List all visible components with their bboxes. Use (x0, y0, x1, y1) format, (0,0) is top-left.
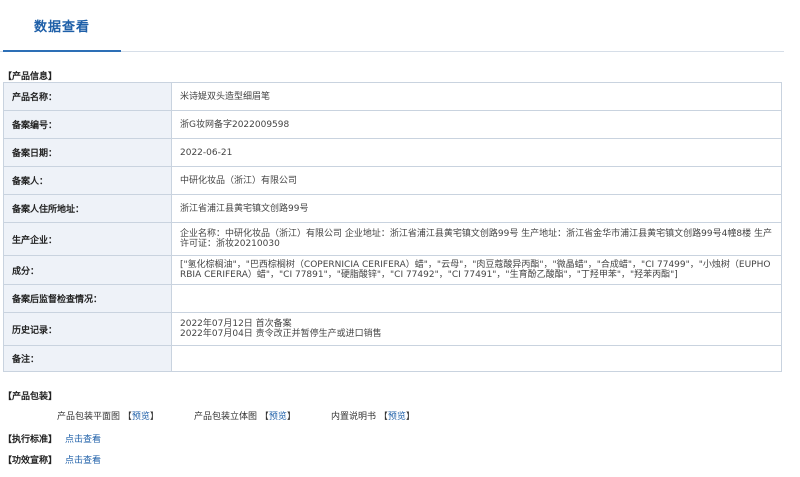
standard-view-link[interactable]: 点击查看 (65, 435, 101, 445)
row-label: 历史记录： (3, 312, 172, 346)
bracket: 】 (149, 412, 159, 422)
package-item-label: 内置说明书 (331, 412, 377, 422)
row-label: 备案人住所地址： (3, 194, 172, 223)
standard-row: 【执行标准】 点击查看 (3, 432, 101, 445)
package-item-label: 产品包装立体图 (194, 412, 258, 422)
row-label: 备注： (3, 345, 172, 372)
filer-address-value: 浙江省浦江县黄宅镇文创路99号 (171, 194, 782, 223)
row-label: 备案人： (3, 166, 172, 195)
efficacy-view-link[interactable]: 点击查看 (65, 456, 101, 466)
bracket: 【 (122, 412, 132, 422)
row-label: 成分： (3, 255, 172, 285)
filing-number-value: 浙G妆网备字2022009598 (171, 110, 782, 139)
manual-preview-link[interactable]: 预览 (388, 412, 406, 422)
efficacy-title: 【功效宣称】 (3, 456, 58, 466)
inspection-value (171, 284, 782, 313)
filing-date-value: 2022-06-21 (171, 138, 782, 167)
history-value: 2022年07月12日 首次备案 2022年07月04日 责令改正并暂停生产或进… (171, 312, 782, 346)
package-flat-preview-link[interactable]: 预览 (132, 412, 150, 422)
table-row: 备案人住所地址： 浙江省浦江县黄宅镇文创路99号 (3, 194, 782, 223)
history-entry: 2022年07月04日 责令改正并暂停生产或进口销售 (180, 329, 382, 339)
table-row: 产品名称： 米诗媞双头造型细眉笔 (3, 82, 782, 111)
table-row: 备案人： 中研化妆品（浙江）有限公司 (3, 166, 782, 195)
standard-title: 【执行标准】 (3, 435, 58, 445)
history-entry: 2022年07月12日 首次备案 (180, 319, 292, 329)
bracket: 】 (405, 412, 415, 422)
table-row: 生产企业： 企业名称：中研化妆品（浙江）有限公司 企业地址：浙江省浦江县黄宅镇文… (3, 222, 782, 256)
bracket: 】 (286, 412, 296, 422)
packaging-title: 【产品包装】 (3, 392, 58, 402)
row-label: 备案后监督检查情况： (3, 284, 172, 313)
product-info-title: 【产品信息】 (3, 72, 58, 82)
package-item-label: 产品包装平面图 (57, 412, 121, 422)
table-row: 备案后监督检查情况： (3, 284, 782, 313)
manufacturer-value: 企业名称：中研化妆品（浙江）有限公司 企业地址：浙江省浦江县黄宅镇文创路99号 … (171, 222, 782, 256)
tab-bar: 数据查看 (0, 0, 784, 52)
ingredients-value: ["氢化棕榈油"，"巴西棕榈树（COPERNICIA CERIFERA）蜡"，"… (171, 255, 782, 285)
bracket: 【 (259, 412, 269, 422)
table-row: 备案日期： 2022-06-21 (3, 138, 782, 167)
table-row: 备注： (3, 345, 782, 372)
tab-label: 数据查看 (33, 19, 90, 35)
remarks-value (171, 345, 782, 372)
product-name-value: 米诗媞双头造型细眉笔 (171, 82, 782, 111)
table-row: 历史记录： 2022年07月12日 首次备案 2022年07月04日 责令改正并… (3, 312, 782, 346)
efficacy-row: 【功效宣称】 点击查看 (3, 453, 101, 466)
package-3d-preview-link[interactable]: 预览 (269, 412, 287, 422)
row-label: 生产企业： (3, 222, 172, 256)
bracket: 【 (378, 412, 388, 422)
package-3d-item: 产品包装立体图 【预览】 (194, 409, 296, 422)
table-row: 成分： ["氢化棕榈油"，"巴西棕榈树（COPERNICIA CERIFERA）… (3, 255, 782, 285)
package-flat-item: 产品包装平面图 【预览】 (57, 409, 159, 422)
filer-value: 中研化妆品（浙江）有限公司 (171, 166, 782, 195)
table-row: 备案编号： 浙G妆网备字2022009598 (3, 110, 782, 139)
row-label: 备案编号： (3, 110, 172, 139)
row-label: 产品名称： (3, 82, 172, 111)
manual-item: 内置说明书 【预览】 (331, 409, 415, 422)
row-label: 备案日期： (3, 138, 172, 167)
product-info-table: 产品名称： 米诗媞双头造型细眉笔 备案编号： 浙G妆网备字2022009598 … (3, 82, 782, 372)
tab-data-view[interactable]: 数据查看 (3, 0, 121, 52)
